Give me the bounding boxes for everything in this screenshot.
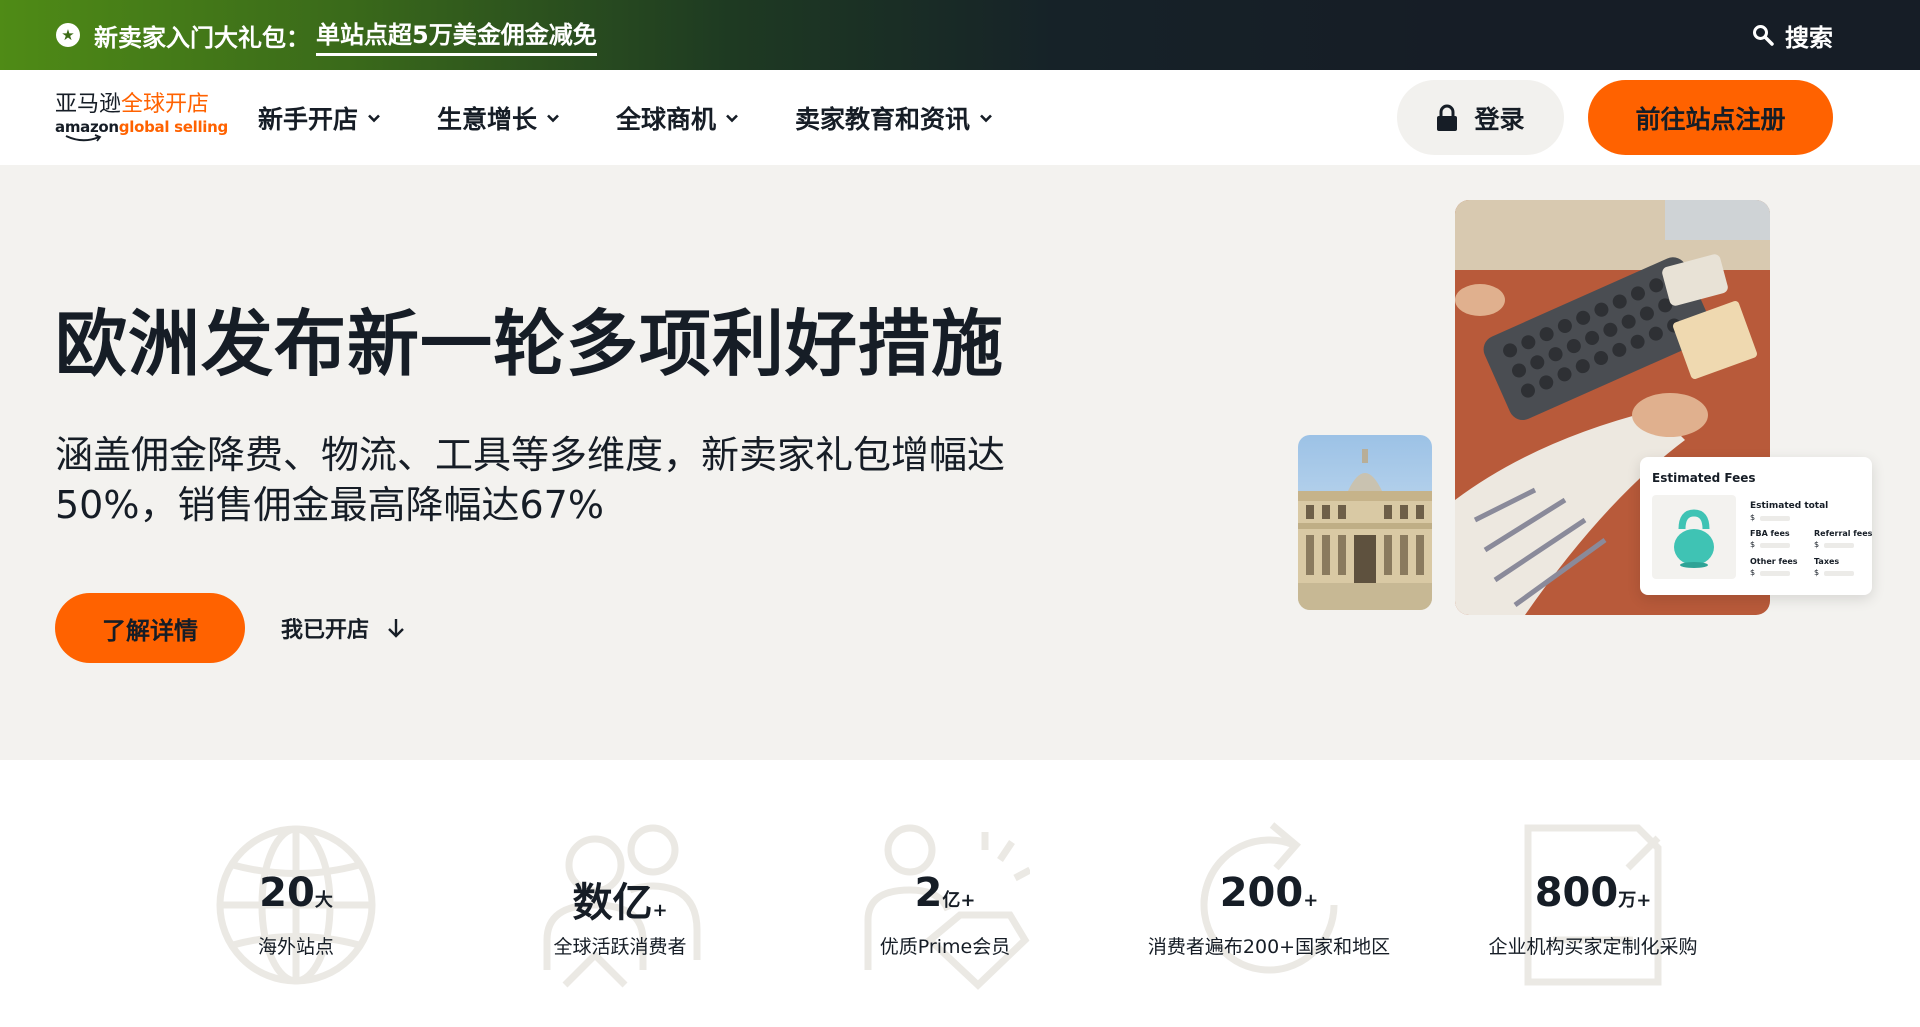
stat-value: 800 <box>1534 870 1619 916</box>
other-fees-label: Other fees <box>1750 557 1798 566</box>
search-icon <box>1753 25 1774 46</box>
stat-value: 数亿 <box>572 880 653 926</box>
stat-overseas-sites: 20大 海外站点 <box>156 820 436 1000</box>
hero-section: 欧洲发布新一轮多项利好措施 涵盖佣金降费、物流、工具等多维度，新卖家礼包增幅达5… <box>0 165 1920 760</box>
stat-unit: + <box>652 900 668 921</box>
stat-value: 200 <box>1219 870 1304 916</box>
stat-value: 20 <box>259 870 315 916</box>
logo-cn-text: 亚马逊全球开店 <box>55 92 210 117</box>
stat-label: 优质Prime会员 <box>879 936 1011 958</box>
search-button[interactable]: 搜索 <box>1751 0 1833 70</box>
learn-more-button[interactable]: 了解详情 <box>55 593 245 663</box>
stat-unit: 大 <box>314 890 333 911</box>
referral-fees-label: Referral fees <box>1814 529 1873 538</box>
chevron-down-icon <box>726 114 738 122</box>
promo-bar: ★ 新卖家入门大礼包： 单站点超5万美金佣金减免 搜索 <box>0 0 1920 70</box>
arrow-down-icon <box>388 619 404 638</box>
stat-label: 全球活跃消费者 <box>553 936 687 958</box>
stat-label: 海外站点 <box>257 936 334 958</box>
taxes-label: Taxes <box>1814 557 1840 566</box>
promo-banner: ★ 新卖家入门大礼包： 单站点超5万美金佣金减免 <box>56 0 597 70</box>
already-open-store-link[interactable]: 我已开店 <box>281 593 407 663</box>
stats-section: 20大 海外站点 数亿+ 全球活跃消费者 2亿+ 优质Prime会员 200+ … <box>0 760 1920 1027</box>
nav-item-new-store[interactable]: 新手开店 <box>258 100 382 136</box>
main-navigation: 亚马逊全球开店 amazonglobal selling 新手开店 生意增长 全… <box>0 70 1920 165</box>
fba-fees-label: FBA fees <box>1750 529 1790 538</box>
european-building-image <box>1298 435 1432 610</box>
stat-prime-members: 2亿+ 优质Prime会员 <box>805 820 1085 1000</box>
nav-menu: 新手开店 生意增长 全球商机 卖家教育和资讯 <box>258 70 1049 165</box>
stat-unit: 万+ <box>1618 890 1652 911</box>
stat-enterprise-buyers: 800万+ 企业机构买家定制化采购 <box>1453 820 1733 1000</box>
stat-active-consumers: 数亿+ 全球活跃消费者 <box>480 820 760 1000</box>
star-badge-icon: ★ <box>56 23 80 47</box>
kettlebell-product-image <box>1652 495 1736 579</box>
stat-label: 企业机构买家定制化采购 <box>1488 936 1698 958</box>
nav-item-business-growth[interactable]: 生意增长 <box>437 100 561 136</box>
promo-link[interactable]: 单站点超5万美金佣金减免 <box>316 15 597 56</box>
search-label: 搜索 <box>1785 23 1833 52</box>
login-button[interactable]: 登录 <box>1397 80 1564 155</box>
nav-item-seller-education[interactable]: 卖家教育和资讯 <box>795 100 994 136</box>
chevron-down-icon <box>547 114 559 122</box>
stat-unit: 亿+ <box>942 890 976 911</box>
lock-icon <box>1437 104 1458 131</box>
nav-item-global-opportunities[interactable]: 全球商机 <box>616 100 740 136</box>
hero-title: 欧洲发布新一轮多项利好措施 <box>55 302 1005 386</box>
stat-value: 2 <box>914 870 943 916</box>
chevron-down-icon <box>980 114 992 122</box>
stat-unit: + <box>1303 890 1319 911</box>
stat-label: 消费者遍布200+国家和地区 <box>1147 936 1391 958</box>
stat-countries-regions: 200+ 消费者遍布200+国家和地区 <box>1129 820 1409 1000</box>
fees-card-title: Estimated Fees <box>1652 471 1756 485</box>
estimated-fees-card: Estimated Fees Estimated total $ FBA fee… <box>1640 457 1872 595</box>
logo-en-text: amazonglobal selling <box>55 118 228 136</box>
estimated-total-label: Estimated total <box>1750 501 1829 511</box>
register-button[interactable]: 前往站点注册 <box>1588 80 1833 155</box>
amazon-global-selling-logo[interactable]: 亚马逊全球开店 amazonglobal selling <box>55 92 228 146</box>
hero-subtitle: 涵盖佣金降费、物流、工具等多维度，新卖家礼包增幅达50%，销售佣金最高降幅达67… <box>55 433 1006 527</box>
chevron-down-icon <box>368 114 380 122</box>
promo-prefix: 新卖家入门大礼包： <box>94 23 310 52</box>
